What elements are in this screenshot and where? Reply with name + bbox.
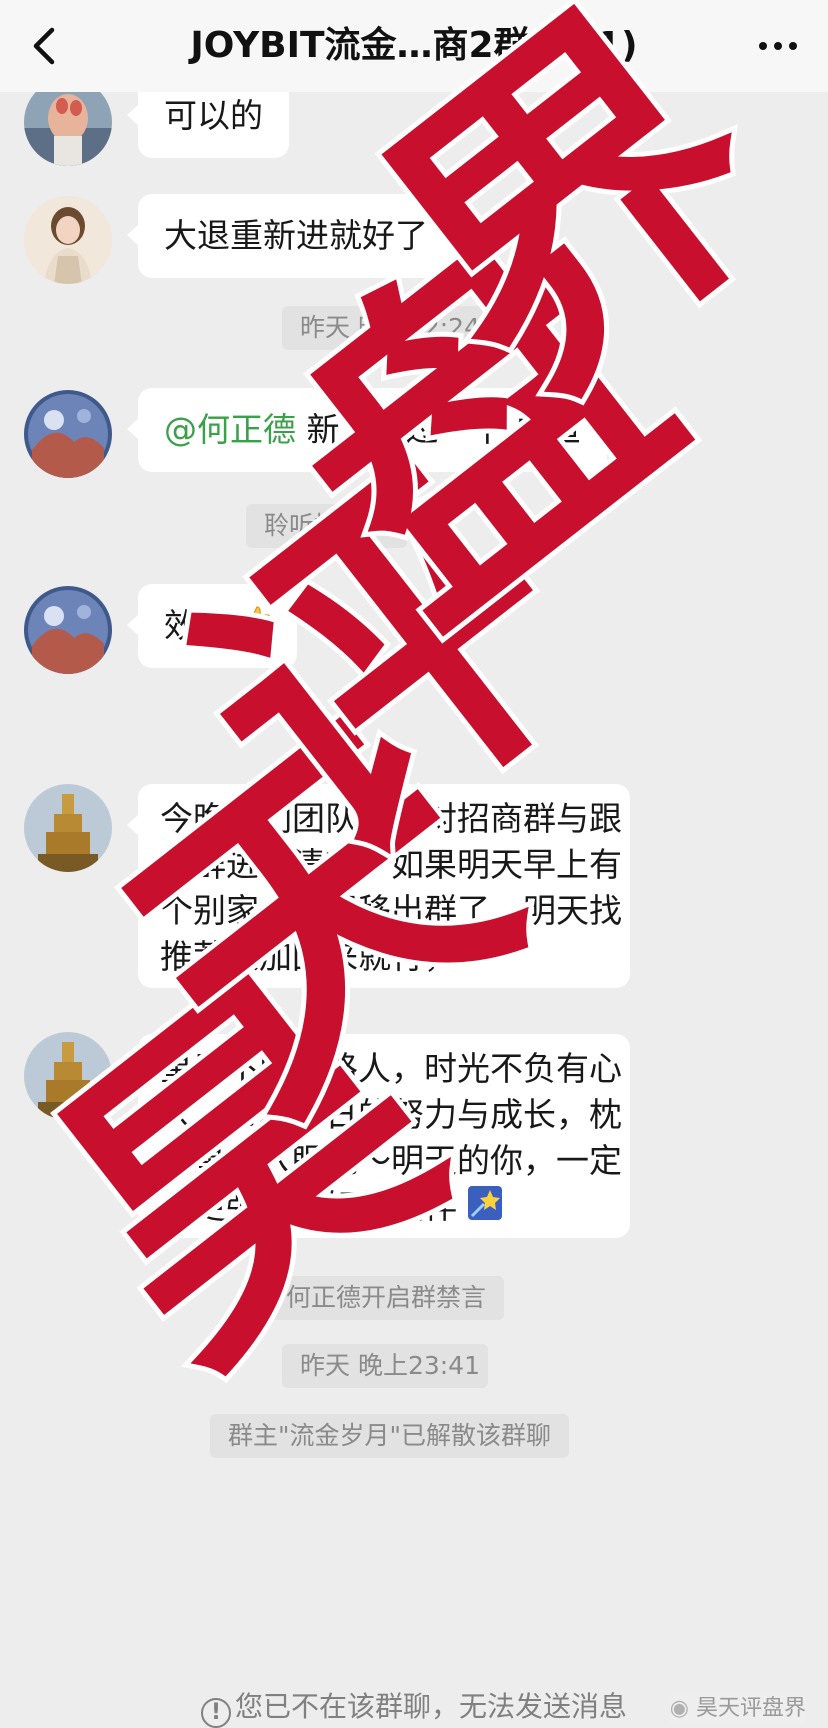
message-line: 星辰不问赶路人，时光不负有心: [160, 1049, 622, 1088]
message-line: 推荐人加回来就行，: [160, 937, 457, 976]
avatar-scene[interactable]: [24, 586, 112, 674]
message-bubble[interactable]: @何正德 新人通过一下 咸鱼: [127, 388, 607, 472]
avatar-scene[interactable]: [24, 390, 112, 478]
timestamp-label: 昨天 晚上23:41: [282, 1344, 488, 1388]
message-text: 效率: [164, 606, 230, 645]
wechat-icon: ◉: [669, 1696, 689, 1721]
footer-text: 您已不在该群聊，无法发送消息: [234, 1690, 627, 1723]
message-bubble[interactable]: 效率: [127, 584, 297, 668]
back-button[interactable]: [22, 18, 78, 74]
message-text: 新人通过一下 咸鱼: [296, 410, 581, 449]
message-line: 个别家人被误移出群了，明天找: [160, 891, 622, 930]
message-line: 着星光入眠吧～明天的你，一定: [160, 1141, 622, 1180]
avatar-woman[interactable]: [24, 196, 112, 284]
avatar-temple[interactable]: [24, 1032, 112, 1120]
system-notice: 聆听把咸鱼: [246, 504, 408, 548]
chat-header: JOYBIT流金…商2群(171): [0, 0, 828, 92]
mention-link[interactable]: @何正德: [164, 410, 296, 449]
message-line: 人。带着今日的努力与成长，枕: [160, 1095, 622, 1134]
message-line: 单群进行清查，如果明天早上有: [160, 845, 622, 884]
source-label: 昊天评盘界: [695, 1696, 806, 1721]
shooting-star-emoji: [467, 1185, 502, 1232]
message-line: 今晚我们团队需要对招商群与跟: [160, 799, 622, 838]
source-watermark: ◉ 昊天评盘界: [669, 1694, 806, 1724]
timestamp-label: 昨天 晚上22:24: [282, 306, 488, 350]
thumbs-up-emoji: [241, 603, 271, 653]
more-dots-icon: [759, 42, 767, 50]
system-notice: 何正德开启群禁言: [268, 1276, 505, 1320]
chat-title: JOYBIT流金…商2群(171): [190, 25, 638, 66]
more-button[interactable]: [742, 22, 814, 70]
message-text: 大退重新进就好了: [164, 216, 428, 255]
chevron-left-icon: [33, 27, 55, 65]
message-bubble[interactable]: 大退重新进就好了: [127, 194, 454, 278]
message-text: 可以的: [164, 96, 263, 135]
message-bubble[interactable]: 今晚我们团队需要对招商群与跟 单群进行清查，如果明天早上有 个别家人被误移出群了…: [127, 784, 630, 988]
system-notice: 群主"流金岁月"已解散该群聊: [210, 1414, 569, 1458]
message-list[interactable]: 可以的 大退重新进就好了 昨天 晚上22:24 @何正德 新人通过一下 咸鱼 聆…: [0, 0, 828, 1724]
message-bubble[interactable]: 星辰不问赶路人，时光不负有心 人。带着今日的努力与成长，枕 着星光入眠吧～明天的…: [127, 1034, 630, 1238]
avatar-temple[interactable]: [24, 784, 112, 872]
message-line: 会更强大！好梦相伴: [160, 1187, 457, 1226]
